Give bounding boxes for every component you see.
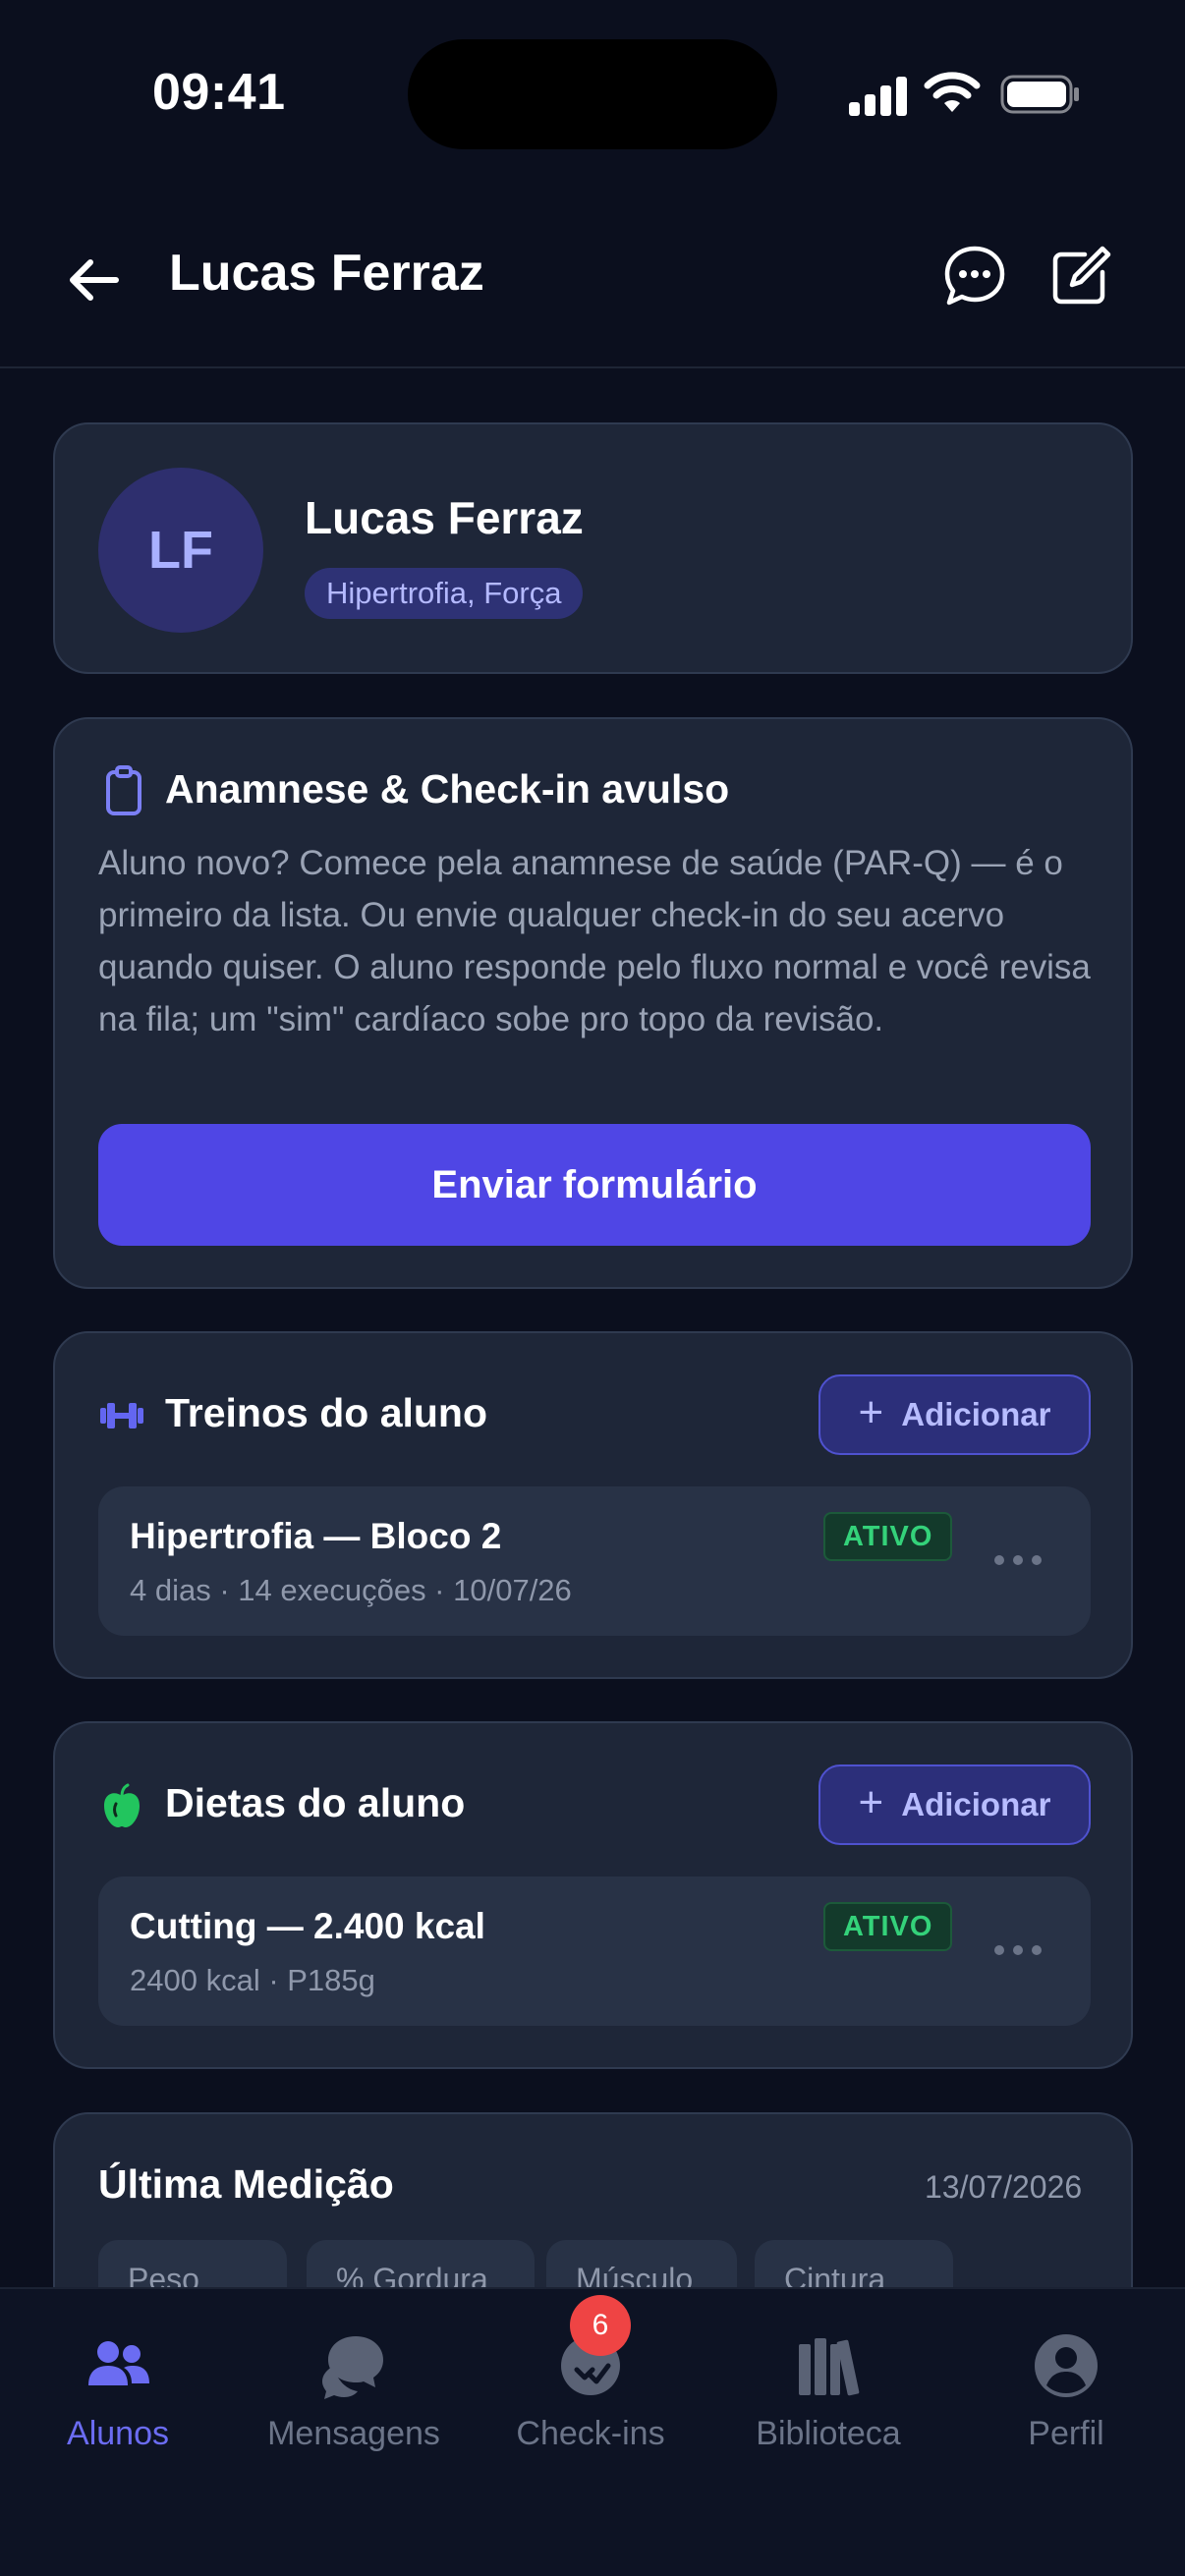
wifi-icon bbox=[924, 72, 981, 112]
tab-mensagens[interactable]: Mensagens bbox=[246, 2319, 462, 2456]
plus-icon: + bbox=[858, 1778, 884, 1826]
add-diet-button[interactable]: + Adicionar bbox=[818, 1764, 1091, 1845]
back-button[interactable] bbox=[59, 246, 128, 314]
status-bar: 09:41 bbox=[0, 0, 1185, 187]
avatar: LF bbox=[98, 468, 263, 633]
student-name: Lucas Ferraz bbox=[305, 492, 584, 543]
users-icon bbox=[88, 2341, 149, 2385]
goal-tag: Hipertrofia, Força bbox=[305, 568, 584, 619]
tab-label: Check-ins bbox=[516, 2415, 665, 2452]
workout-details: 4 dias · 14 execuções · 10/07/26 bbox=[130, 1573, 572, 1607]
diets-card: Dietas do aluno + Adicionar Cutting — 2.… bbox=[53, 1721, 1133, 2069]
message-icon[interactable] bbox=[939, 241, 1010, 311]
library-icon bbox=[799, 2338, 860, 2396]
tab-biblioteca[interactable]: Biblioteca bbox=[720, 2319, 936, 2456]
anamnese-card: Anamnese & Check-in avulso Aluno novo? C… bbox=[53, 717, 1133, 1289]
edit-icon[interactable] bbox=[1045, 241, 1116, 311]
list-item[interactable]: Hipertrofia — Bloco 2 4 dias · 14 execuç… bbox=[98, 1486, 1091, 1636]
cellular-signal-icon bbox=[849, 75, 908, 116]
checkins-count-badge: 6 bbox=[570, 2295, 631, 2356]
status-time: 09:41 bbox=[152, 64, 286, 121]
tab-perfil[interactable]: Perfil bbox=[958, 2319, 1174, 2456]
profile-icon bbox=[1035, 2334, 1098, 2397]
send-form-button[interactable]: Enviar formulário bbox=[98, 1124, 1091, 1246]
plus-icon: + bbox=[858, 1388, 884, 1436]
diet-details: 2400 kcal · P185g bbox=[130, 1963, 375, 1997]
apple-icon bbox=[104, 1783, 140, 1827]
status-badge: ATIVO bbox=[823, 1512, 953, 1561]
add-workout-button[interactable]: + Adicionar bbox=[818, 1374, 1091, 1455]
workout-title: Hipertrofia — Bloco 2 bbox=[130, 1516, 502, 1556]
more-options-icon[interactable] bbox=[994, 1545, 1049, 1575]
add-diet-label: Adicionar bbox=[901, 1786, 1051, 1822]
diets-title: Dietas do aluno bbox=[165, 1780, 466, 1825]
page-title: Lucas Ferraz bbox=[169, 245, 484, 302]
dynamic-island bbox=[408, 39, 777, 149]
arrow-left-icon bbox=[70, 259, 119, 301]
measurement-title: Última Medição bbox=[98, 2161, 394, 2207]
profile-card: LF Lucas Ferraz Hipertrofia, Força bbox=[53, 422, 1133, 674]
list-item[interactable]: Cutting — 2.400 kcal 2400 kcal · P185g A… bbox=[98, 1876, 1091, 2026]
app-header: Lucas Ferraz bbox=[0, 187, 1185, 368]
tab-label: Biblioteca bbox=[756, 2415, 901, 2452]
workouts-title: Treinos do aluno bbox=[165, 1390, 488, 1435]
tab-alunos[interactable]: Alunos bbox=[10, 2319, 226, 2456]
tab-label: Perfil bbox=[1028, 2415, 1104, 2452]
diet-title: Cutting — 2.400 kcal bbox=[130, 1906, 485, 1946]
status-badge: ATIVO bbox=[823, 1902, 953, 1951]
measurement-date: 13/07/2026 bbox=[925, 2169, 1083, 2205]
anamnese-description: Aluno novo? Comece pela anamnese de saúd… bbox=[98, 844, 1091, 1038]
tab-label: Alunos bbox=[67, 2415, 169, 2452]
add-workout-label: Adicionar bbox=[901, 1396, 1051, 1432]
more-options-icon[interactable] bbox=[994, 1935, 1049, 1965]
dumbbell-icon bbox=[100, 1403, 143, 1428]
workouts-card: Treinos do aluno + Adicionar Hipertrofia… bbox=[53, 1331, 1133, 1679]
clipboard-icon bbox=[106, 765, 141, 815]
anamnese-title: Anamnese & Check-in avulso bbox=[165, 766, 730, 812]
tab-label: Mensagens bbox=[267, 2415, 440, 2452]
battery-icon bbox=[1000, 75, 1079, 114]
chat-bubbles-icon bbox=[322, 2336, 383, 2399]
